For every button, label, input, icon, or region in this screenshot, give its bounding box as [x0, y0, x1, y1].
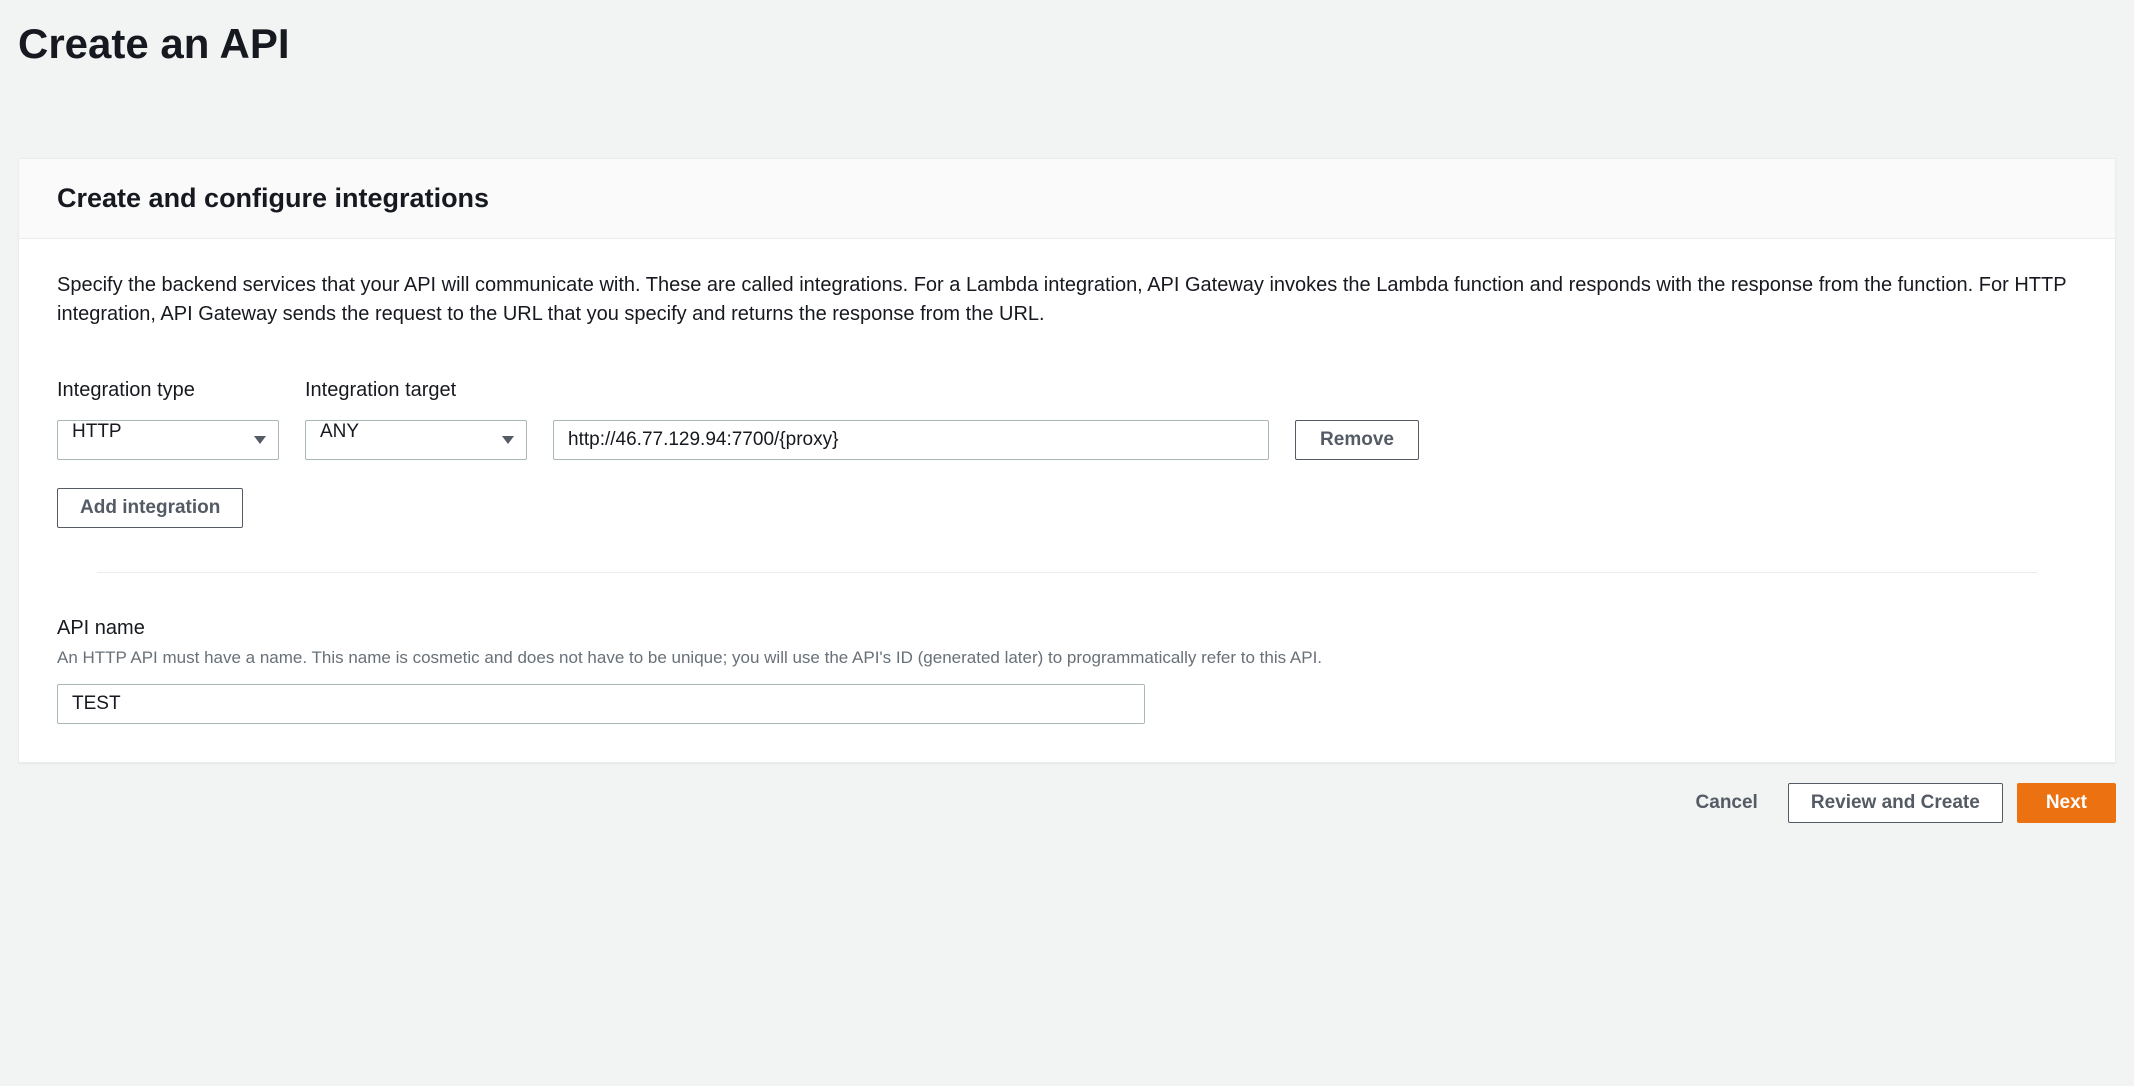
integration-method-select-wrap: ANY — [305, 420, 527, 460]
columns-header: Integration type Integration target — [57, 379, 2077, 402]
panel-header: Create and configure integrations — [19, 159, 2115, 239]
integration-method-select[interactable]: ANY — [305, 420, 527, 460]
api-name-hint: An HTTP API must have a name. This name … — [57, 648, 2077, 668]
page-title: Create an API — [18, 20, 2116, 68]
divider — [97, 572, 2037, 573]
integration-type-select-wrap: HTTP — [57, 420, 279, 460]
integration-target-label: Integration target — [305, 379, 527, 402]
panel-body: Specify the backend services that your A… — [19, 239, 2115, 762]
panel-heading: Create and configure integrations — [57, 183, 2077, 214]
api-name-section: API name An HTTP API must have a name. T… — [57, 617, 2077, 724]
api-name-input[interactable] — [57, 684, 1145, 724]
integration-type-label: Integration type — [57, 379, 279, 402]
next-button[interactable]: Next — [2017, 783, 2116, 823]
api-name-label: API name — [57, 617, 2077, 640]
footer-actions: Cancel Review and Create Next — [18, 783, 2116, 823]
integrations-panel: Create and configure integrations Specif… — [18, 158, 2116, 763]
remove-button[interactable]: Remove — [1295, 420, 1419, 460]
review-and-create-button[interactable]: Review and Create — [1788, 783, 2003, 823]
cancel-button[interactable]: Cancel — [1680, 783, 1774, 823]
integration-url-input[interactable] — [553, 420, 1269, 460]
panel-description: Specify the backend services that your A… — [57, 271, 2077, 329]
integration-row: HTTP ANY Remove — [57, 420, 2077, 460]
integration-type-select[interactable]: HTTP — [57, 420, 279, 460]
add-integration-button[interactable]: Add integration — [57, 488, 243, 528]
